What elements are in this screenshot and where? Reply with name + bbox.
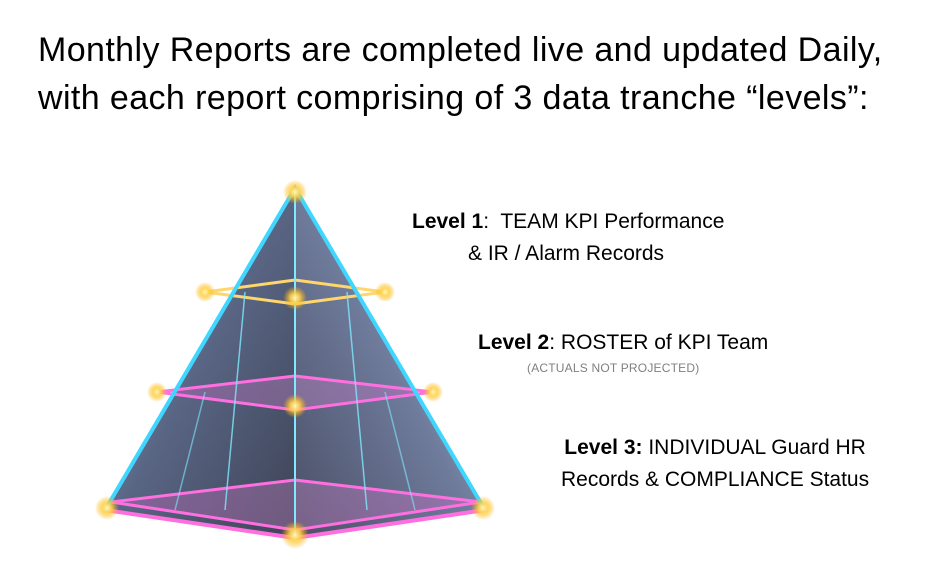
level-2-note: (ACTUALS NOT PROJECTED) [527, 361, 700, 375]
level-2-text: ROSTER of KPI Team [555, 331, 769, 354]
level-3-text-line-2: Records & COMPLIANCE Status [561, 468, 870, 491]
level-3-description: Level 3: INDIVIDUAL Guard HR Records & C… [561, 432, 869, 496]
title-line-1: Monthly Reports are completed live and u… [38, 31, 883, 69]
slide-title: Monthly Reports are completed live and u… [38, 26, 938, 122]
level-2-label: Level 2 [478, 331, 550, 354]
title-line-2: with each report comprising of 3 data tr… [38, 79, 869, 117]
level-1-description: Level 1: TEAM KPI Performance & IR / Ala… [412, 206, 724, 270]
level-3-text: INDIVIDUAL Guard HR [642, 436, 866, 459]
level-1-label: Level 1 [412, 210, 484, 233]
level-1-text-line-2: & IR / Alarm Records [468, 242, 665, 265]
level-3-label: Level 3: [564, 436, 643, 459]
level-2-description: Level 2: ROSTER of KPI Team (ACTUALS NOT… [478, 327, 768, 377]
level-1-text: TEAM KPI Performance [489, 210, 725, 233]
